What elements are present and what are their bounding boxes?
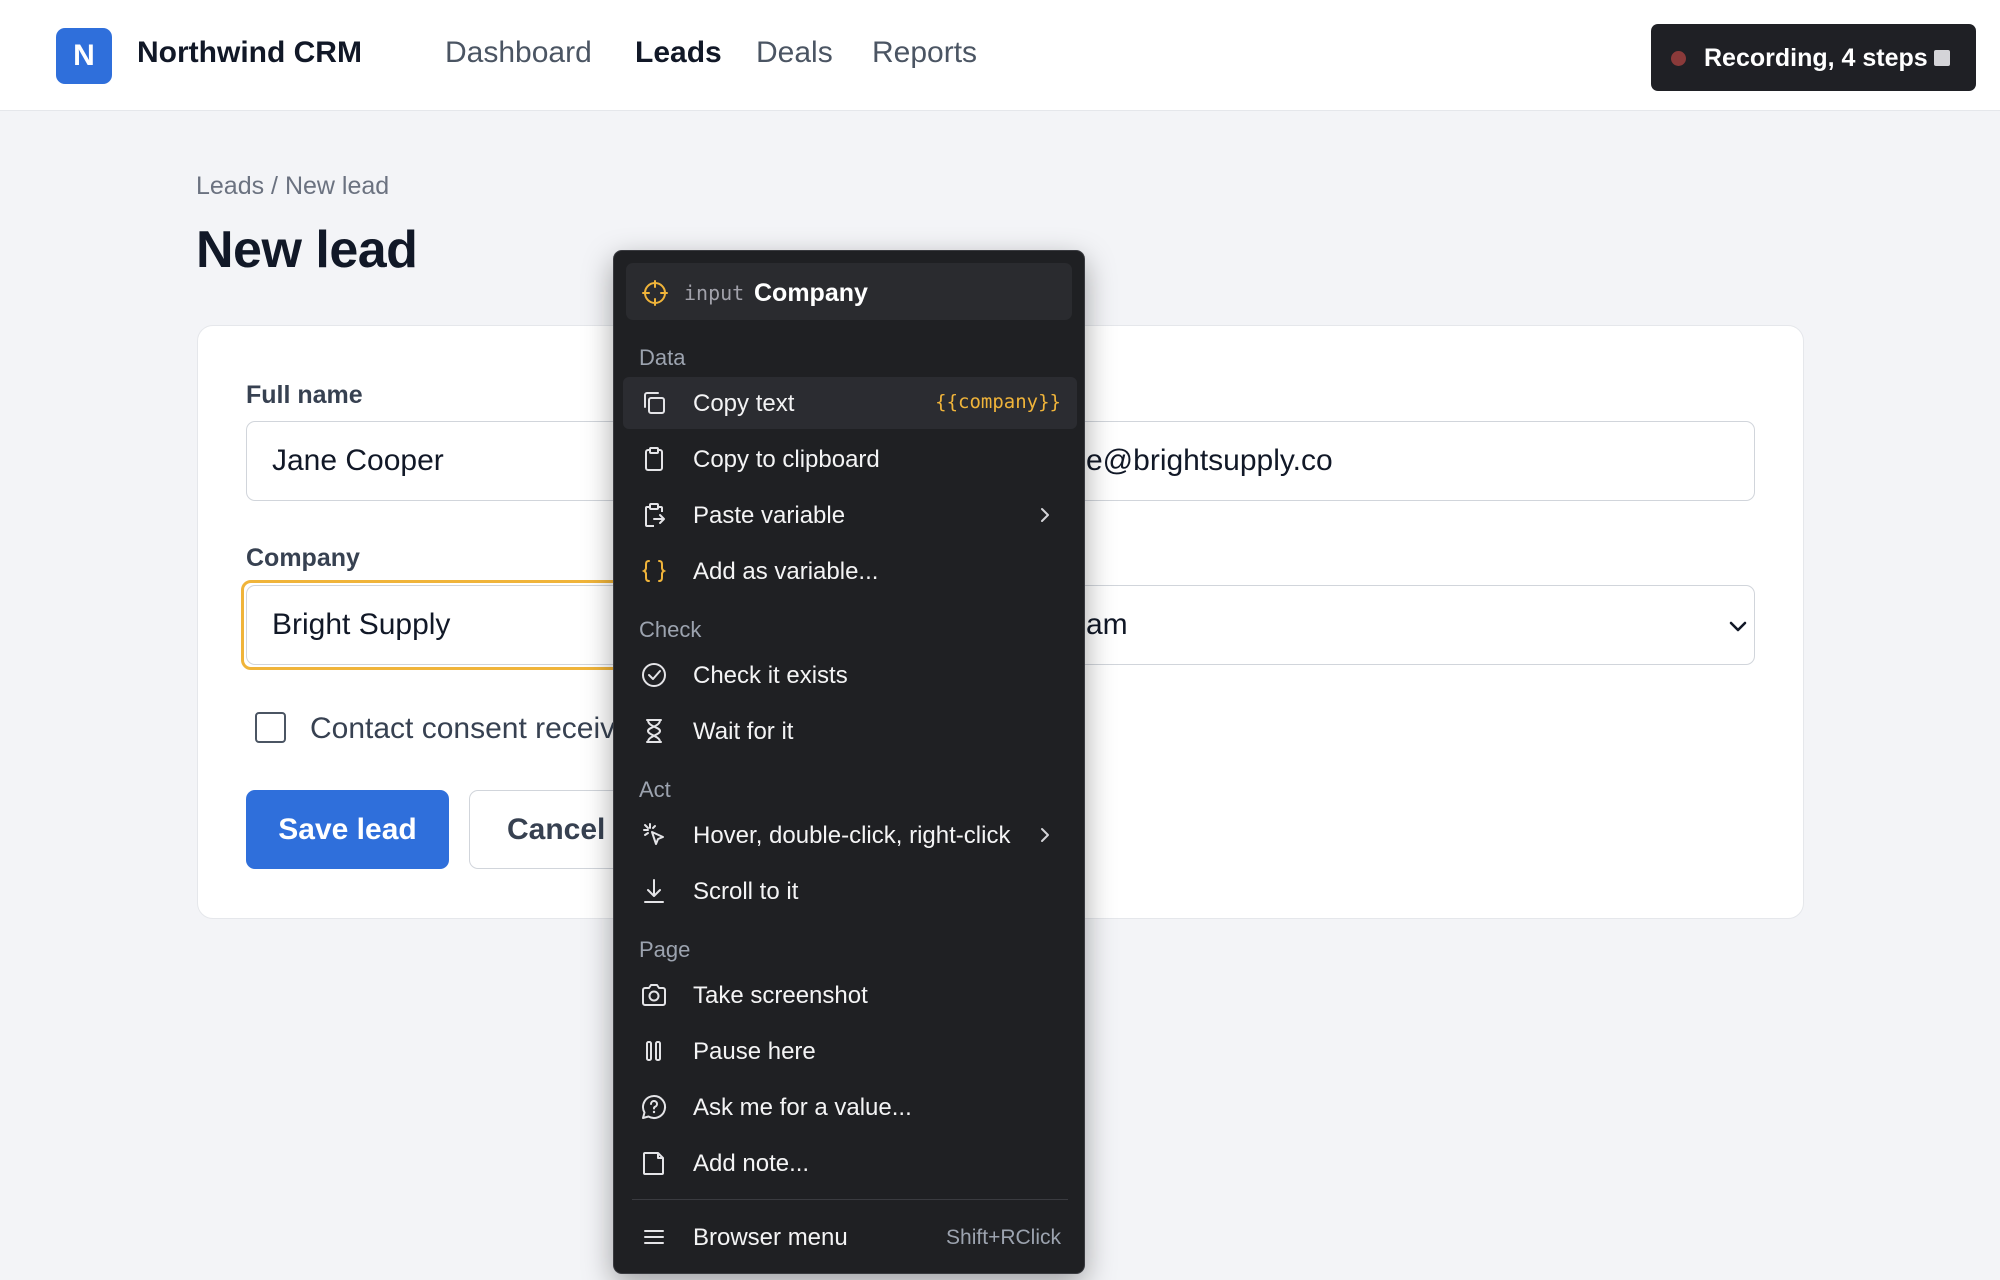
nav-item-deals[interactable]: Deals (756, 36, 833, 70)
section-act: Act (639, 777, 671, 802)
menu-item-hover-click[interactable]: Hover, double-click, right-click (623, 809, 1077, 861)
company-input[interactable]: Bright Supply (246, 585, 646, 665)
menu-item-label: Pause here (693, 1038, 816, 1065)
hamburger-icon (644, 1230, 664, 1244)
menu-item-add-variable[interactable]: Add as variable... (623, 545, 1077, 597)
menu-item-label: Copy text (693, 390, 795, 417)
menu-item-wait-for[interactable]: Wait for it (623, 705, 1077, 757)
clipboard-icon (645, 447, 663, 471)
menu-item-label: Add note... (693, 1150, 810, 1177)
menu-item-check-exists[interactable]: Check it exists (623, 649, 1077, 701)
chevron-down-icon[interactable] (1726, 614, 1750, 638)
chevron-right-icon (1041, 828, 1049, 842)
variable-token: {{company}} (935, 391, 1061, 413)
stop-icon[interactable] (1934, 50, 1950, 66)
menu-item-label: Copy to clipboard (693, 446, 880, 473)
menu-item-scroll-to[interactable]: Scroll to it (623, 865, 1077, 917)
menu-item-add-note[interactable]: Add note... (623, 1137, 1077, 1189)
menu-item-take-screenshot[interactable]: Take screenshot (623, 969, 1077, 1021)
target-tag: input (684, 281, 745, 305)
app-brand[interactable]: Northwind CRM (137, 36, 362, 70)
page-title: New lead (196, 221, 418, 279)
section-page: Page (639, 937, 691, 962)
menu-item-label: Browser menu (693, 1224, 848, 1251)
full-name-label: Full name (246, 381, 363, 409)
section-data: Data (639, 345, 686, 370)
menu-item-browser-menu[interactable]: Browser menu Shift+RClick (623, 1211, 1077, 1263)
menu-item-label: Check it exists (693, 662, 848, 689)
chevron-right-icon (1041, 508, 1049, 522)
menu-item-label: Add as variable... (693, 558, 879, 585)
menu-item-label: Take screenshot (693, 982, 868, 1009)
question-bubble-icon (642, 1094, 666, 1119)
menu-item-label: Ask me for a value... (693, 1094, 912, 1121)
save-lead-button[interactable]: Save lead (246, 790, 449, 869)
nav-item-leads[interactable]: Leads (635, 36, 722, 70)
camera-icon (642, 984, 666, 1006)
app-logo[interactable]: N (56, 28, 112, 84)
nav-item-reports[interactable]: Reports (872, 36, 977, 70)
menu-item-label: Scroll to it (693, 878, 799, 905)
crosshair-icon (642, 280, 668, 306)
recorder-context-menu: input Company Data Copy text {{company}}… (613, 250, 1085, 1274)
email-input[interactable]: e@brightsupply.co (1040, 421, 1755, 501)
menu-divider (632, 1199, 1068, 1200)
nav-item-dashboard[interactable]: Dashboard (445, 36, 592, 70)
target-name: Company (754, 279, 868, 307)
note-icon (643, 1152, 664, 1175)
menu-item-ask-value[interactable]: Ask me for a value... (623, 1081, 1077, 1133)
recording-label: Recording, 4 steps (1704, 44, 1928, 72)
click-icon (643, 823, 664, 845)
menu-item-copy-clipboard[interactable]: Copy to clipboard (623, 433, 1077, 485)
consent-checkbox[interactable] (255, 712, 286, 743)
check-circle-icon (642, 663, 666, 687)
paste-icon (645, 503, 665, 527)
lead-source-select[interactable]: am (1040, 585, 1755, 665)
section-check: Check (639, 617, 702, 642)
full-name-input[interactable]: Jane Cooper (246, 421, 646, 501)
pause-icon (646, 1041, 661, 1061)
menu-item-label: Hover, double-click, right-click (693, 822, 1011, 849)
recording-indicator[interactable]: Recording, 4 steps (1651, 24, 1976, 91)
cancel-button[interactable]: Cancel (469, 790, 629, 869)
copy-icon (644, 392, 665, 414)
breadcrumb: Leads / New lead (196, 172, 390, 200)
menu-item-label: Paste variable (693, 502, 846, 529)
menu-item-copy-text[interactable]: Copy text {{company}} (623, 377, 1077, 429)
top-navbar: N Northwind CRM Dashboard Leads Deals Re… (0, 0, 2000, 111)
record-dot-icon (1671, 51, 1686, 66)
braces-icon (641, 560, 667, 582)
menu-item-label: Wait for it (693, 718, 794, 745)
hourglass-icon (646, 719, 662, 743)
shortcut-hint: Shift+RClick (946, 1226, 1061, 1249)
menu-item-pause-here[interactable]: Pause here (623, 1025, 1077, 1077)
scroll-down-icon (644, 879, 664, 903)
company-label: Company (246, 544, 360, 572)
consent-label: Contact consent receiv (310, 712, 616, 745)
menu-item-paste-variable[interactable]: Paste variable (623, 489, 1077, 541)
